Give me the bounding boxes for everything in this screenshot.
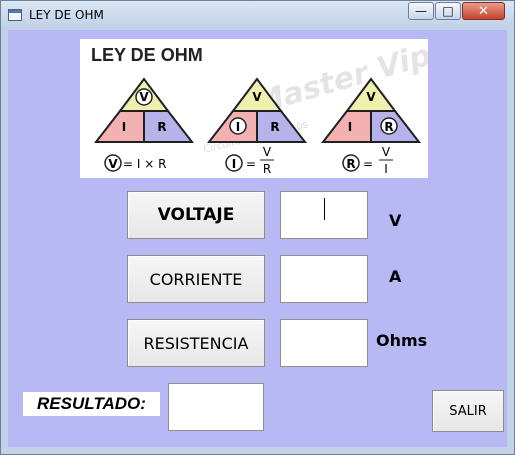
formula-r-num: V xyxy=(382,145,391,159)
maximize-icon: □ xyxy=(442,4,454,18)
voltage-input[interactable] xyxy=(280,191,368,239)
tri2-top: V xyxy=(252,90,262,104)
tri3-left: I xyxy=(348,120,352,134)
formula-i-den: R xyxy=(263,162,271,176)
window-title: LEY DE OHM xyxy=(29,8,104,22)
tri2-left: I xyxy=(236,120,240,134)
formula-v-eq: = I × R xyxy=(123,157,166,171)
exit-button-label: SALIR xyxy=(449,403,487,419)
formula-r-eq: = xyxy=(363,157,373,171)
ohm-law-diagram: LEY DE OHM Master Vip Circuitos Electrón… xyxy=(80,38,435,178)
tri2-right: R xyxy=(270,120,279,134)
exit-button[interactable]: SALIR xyxy=(432,390,504,432)
form-client-area: LEY DE OHM Master Vip Circuitos Electrón… xyxy=(8,30,507,447)
current-button[interactable]: CORRIENTE xyxy=(127,255,265,303)
tri1-left: I xyxy=(122,120,126,134)
app-icon xyxy=(8,9,22,21)
tri1-right: R xyxy=(157,120,166,134)
minimize-button[interactable]: — xyxy=(408,2,434,20)
voltage-button[interactable]: VOLTAJE xyxy=(127,191,265,239)
triangle-r: V I R xyxy=(320,77,422,143)
formula-i-eq: = xyxy=(246,157,256,171)
resistance-button-label: RESISTENCIA xyxy=(143,333,249,353)
resistance-input[interactable] xyxy=(280,319,368,367)
tri3-top: V xyxy=(366,90,376,104)
formula-v: V = I × R xyxy=(104,154,166,172)
formula-r: R = V I xyxy=(342,145,393,176)
close-button[interactable]: ✕ xyxy=(462,2,505,20)
formula-i-num: V xyxy=(263,145,272,159)
tri1-top: V xyxy=(139,90,149,104)
text-caret xyxy=(324,198,325,220)
triangle-v: V I R xyxy=(93,77,195,143)
resistance-unit: Ohms xyxy=(376,331,428,350)
current-button-label: CORRIENTE xyxy=(149,269,243,289)
voltage-button-label: VOLTAJE xyxy=(157,205,235,225)
app-window: LEY DE OHM — □ ✕ LEY DE OHM Master Vip C… xyxy=(0,0,515,455)
triangle-i: V I R xyxy=(206,77,308,143)
close-icon: ✕ xyxy=(478,3,489,19)
formula-v-var: V xyxy=(108,157,118,171)
ohm-triangles-svg: V I R V I R V I R V = I × R I = V R R = … xyxy=(93,77,422,176)
formula-i: I = V R xyxy=(225,145,274,176)
formula-r-var: R xyxy=(346,157,355,171)
title-bar[interactable]: LEY DE OHM — □ ✕ xyxy=(1,1,514,29)
voltage-unit: V xyxy=(389,211,402,230)
current-unit: A xyxy=(389,267,402,286)
formula-i-var: I xyxy=(232,157,236,171)
formula-r-den: I xyxy=(384,162,388,176)
minimize-icon: — xyxy=(415,4,427,18)
tri3-right: R xyxy=(384,120,393,134)
maximize-button[interactable]: □ xyxy=(435,2,461,20)
result-label: RESULTADO: xyxy=(23,392,160,416)
result-field[interactable] xyxy=(168,383,264,431)
current-input[interactable] xyxy=(280,255,368,303)
resistance-button[interactable]: RESISTENCIA xyxy=(127,319,265,367)
